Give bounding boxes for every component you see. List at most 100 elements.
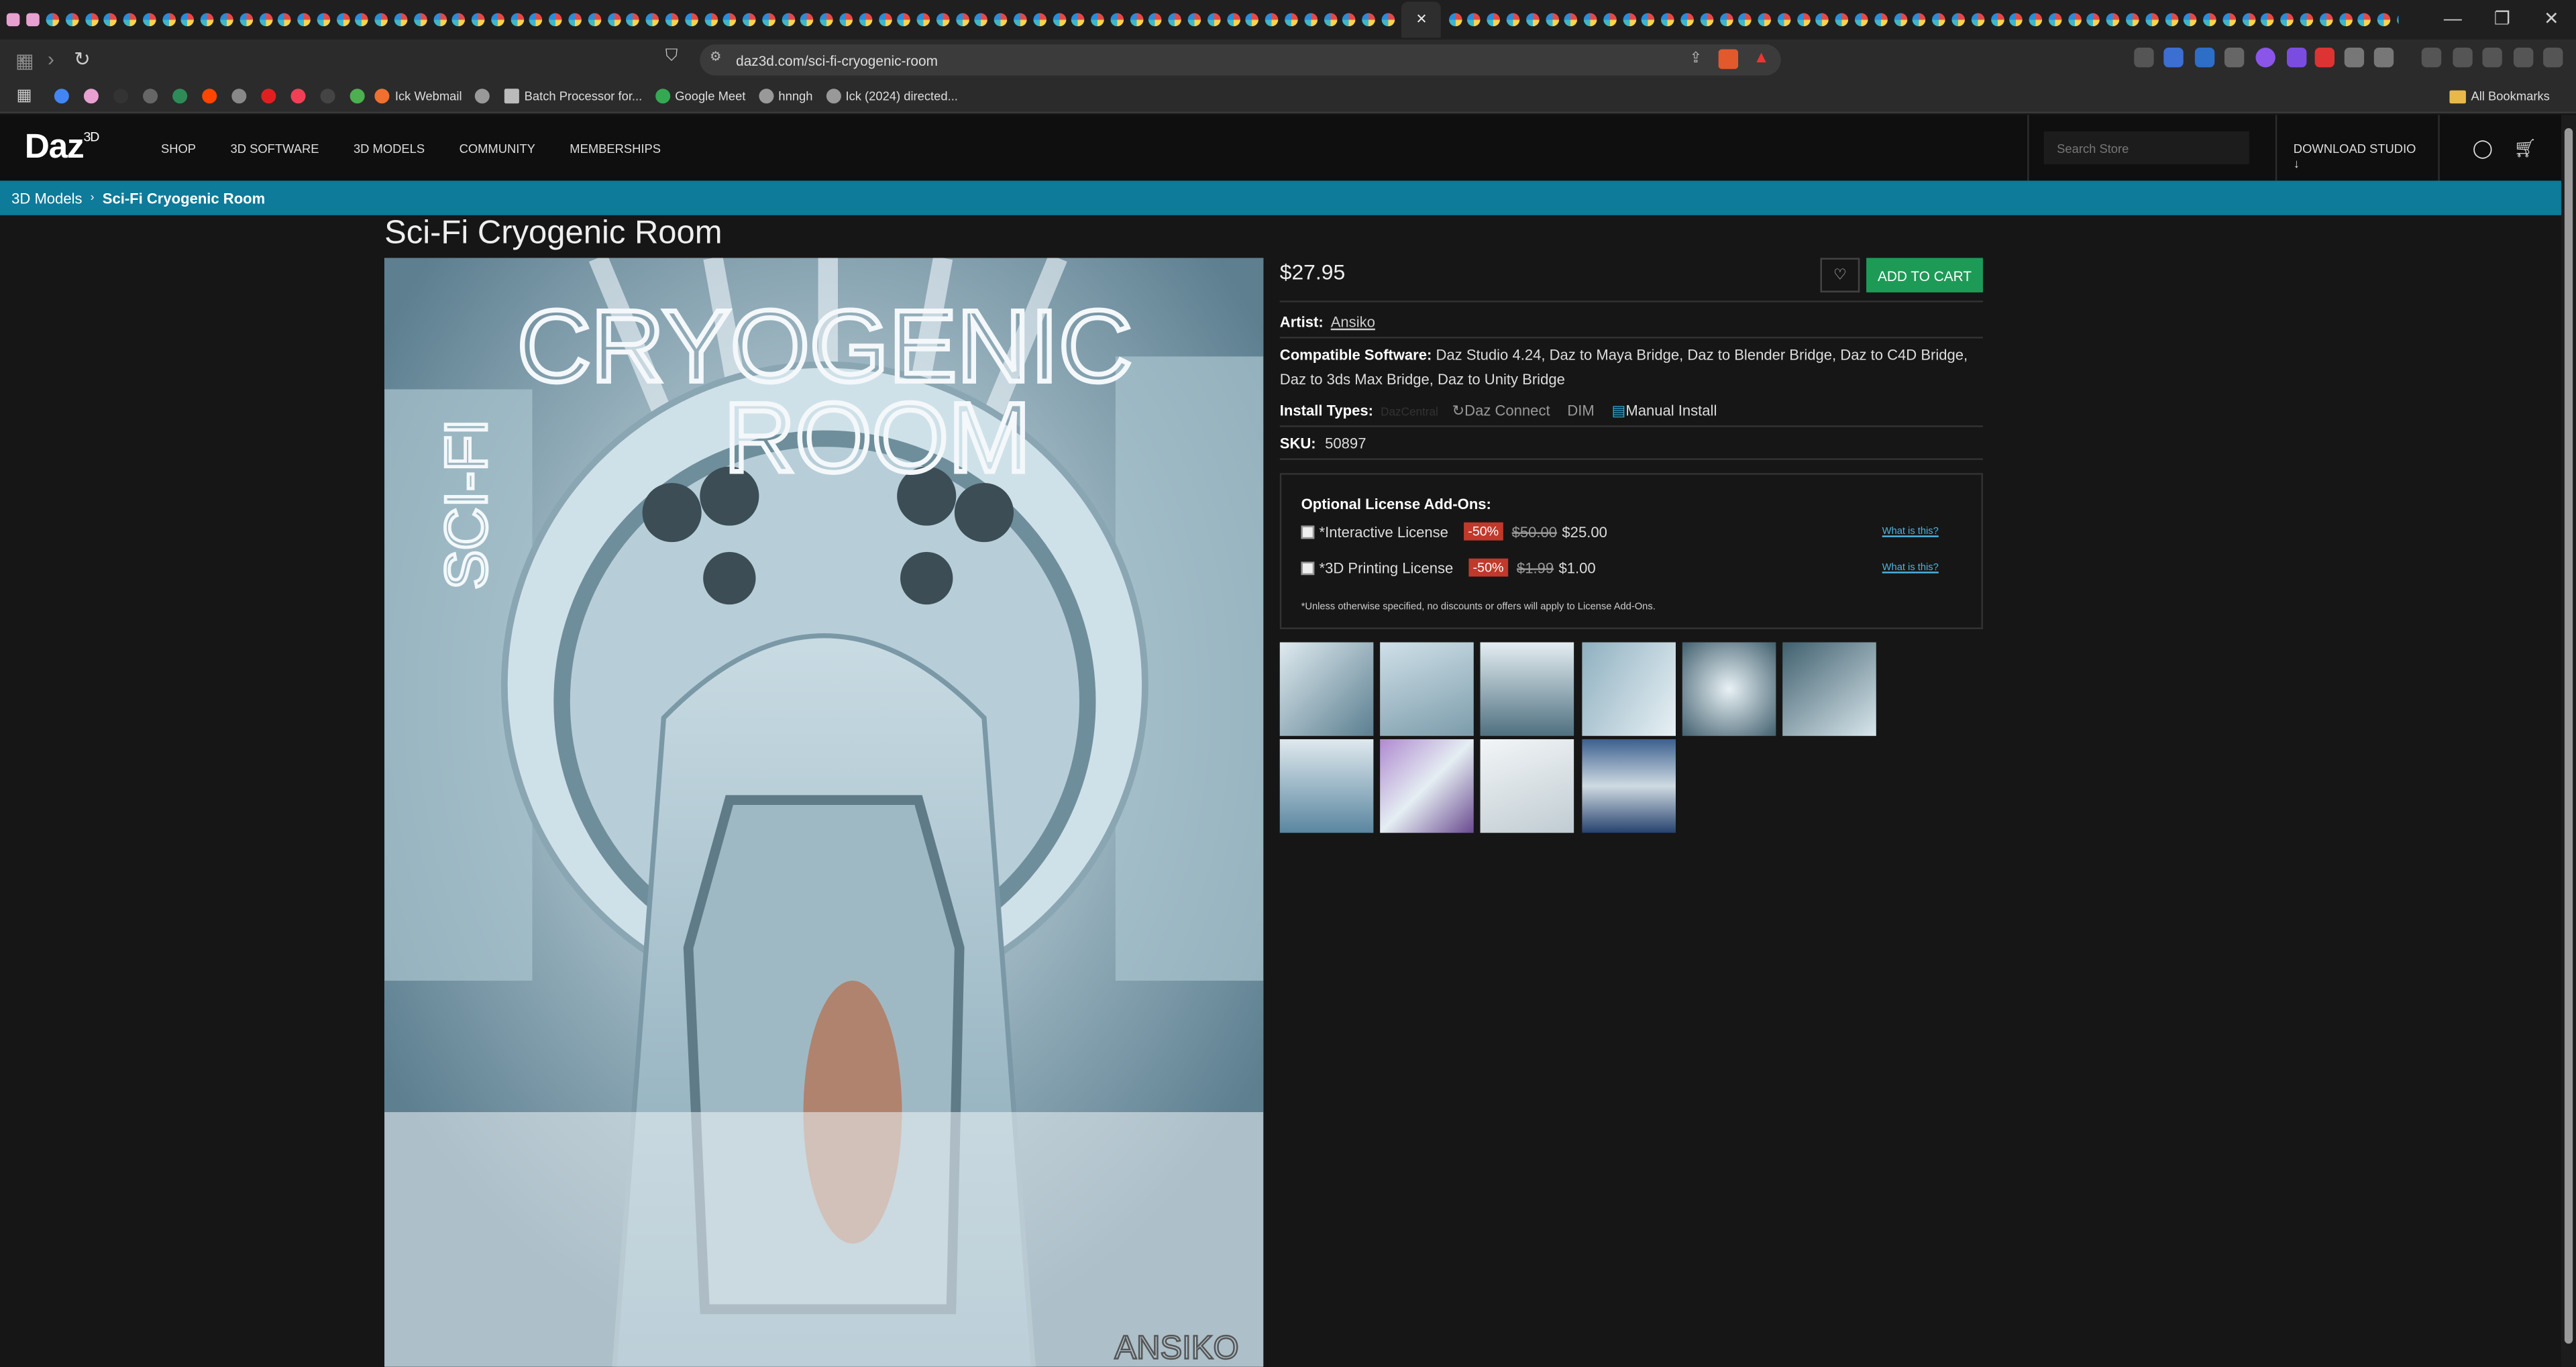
tab-favicon-icon[interactable] [1071,13,1085,27]
thumbnail-4[interactable] [1582,642,1676,736]
add-to-cart-button[interactable]: ADD TO CART [1866,258,1983,292]
extension-icon-4[interactable] [2224,48,2245,68]
tab-favicon-icon[interactable] [220,13,233,27]
tab-favicon-icon[interactable] [1303,13,1318,27]
tab-favicon-icon[interactable] [26,13,40,27]
thumbnail-1[interactable] [1279,642,1374,736]
tab-favicon-icon[interactable] [1990,13,2004,27]
leo-ai-icon[interactable] [2482,48,2502,68]
tab-favicon-icon[interactable] [472,13,485,27]
youtube-icon[interactable] [262,89,277,104]
tab-favicon-icon[interactable] [1874,13,1888,27]
bookmark-batch-processor[interactable]: Batch Processor for... [504,89,642,104]
share-icon[interactable]: ⇪ [1690,49,1702,67]
tab-favicon-icon[interactable] [1052,13,1066,27]
tab-favicon-icon[interactable] [2222,13,2236,27]
tab-favicon-icon[interactable] [1014,13,1027,27]
tab-favicon-icon[interactable] [258,13,272,27]
tab-favicon-icon[interactable] [123,13,137,27]
tab-favicon-icon[interactable] [743,13,756,27]
tab-favicon-icon[interactable] [1893,13,1907,27]
daz-logo[interactable]: Daz3D [25,128,100,168]
bookmark-google-meet[interactable]: Google Meet [655,89,745,104]
tab-favicon-icon[interactable] [994,13,1008,27]
tab-favicon-icon[interactable] [2280,13,2294,27]
thumbnail-7[interactable] [1279,739,1374,833]
extension-icon-3[interactable] [2194,48,2215,68]
tab-favicon-icon[interactable] [1855,13,1868,27]
wallet-icon[interactable] [2453,48,2473,68]
tab-favicon-icon[interactable] [1796,13,1811,27]
tab-favicon-icon[interactable] [684,13,698,27]
tab-favicon-icon[interactable] [65,13,78,27]
tab-favicon-icon[interactable] [1777,13,1791,27]
tab-favicon-icon[interactable] [820,13,834,27]
tab-favicon-icon[interactable] [1323,13,1337,27]
apps-grid-icon[interactable]: ▦ [16,87,32,105]
chat-icon[interactable] [144,89,159,104]
tab-favicon-icon[interactable] [1091,13,1105,27]
download-studio-button[interactable]: DOWNLOAD STUDIO ↓ [2275,115,2440,181]
back-icon[interactable]: ‹ [8,48,38,70]
tab-favicon-icon[interactable] [1680,13,1694,27]
forward-icon[interactable]: › [36,48,66,70]
thumbnail-6[interactable] [1782,642,1876,736]
tab-favicon-icon[interactable] [1285,13,1298,27]
tab-favicon-icon[interactable] [2377,13,2391,27]
tab-favicon-icon[interactable] [1342,13,1356,27]
ghost-icon[interactable] [85,89,100,104]
google-icon[interactable] [54,89,70,104]
tab-favicon-icon[interactable] [2125,13,2139,27]
tab-favicon-icon[interactable] [181,13,195,27]
tab-favicon-icon[interactable] [529,13,543,27]
bookmark-ick-webmail[interactable]: Ick Webmail [375,89,462,104]
reload-icon[interactable]: ↻ [67,48,97,70]
tab-favicon-icon[interactable] [1207,13,1221,27]
tab-favicon-icon[interactable] [2396,13,2399,27]
tab-favicon-icon[interactable] [916,13,930,27]
product-main-image[interactable]: CRYOGENIC ROOM SCI-FI ANSIKO [384,258,1264,1367]
thumbnail-5[interactable] [1682,642,1776,736]
tab-favicon-icon[interactable] [2203,13,2216,27]
minimize-icon[interactable]: — [2428,0,2477,40]
scrollbar-thumb[interactable] [2564,128,2573,1344]
cart-icon[interactable]: 🛒︎ [2514,138,2536,159]
tab-favicon-icon[interactable] [2300,13,2314,27]
tab-favicon-icon[interactable] [2048,13,2062,27]
tab-favicon-icon[interactable] [1448,13,1462,27]
pocket-icon[interactable] [291,89,307,104]
tab-favicon-icon[interactable] [510,13,524,27]
tab-favicon-icon[interactable] [975,13,988,27]
tab-favicon-icon[interactable] [627,13,640,27]
extension-icon-5[interactable] [2255,48,2275,68]
tab-favicon-icon[interactable] [1362,13,1376,27]
tab-favicon-icon[interactable] [723,13,737,27]
tab-favicon-icon[interactable] [665,13,679,27]
reddit-icon[interactable] [203,89,218,104]
tab-favicon-icon[interactable] [781,13,795,27]
tab-favicon-icon[interactable] [104,13,117,27]
tab-favicon-icon[interactable] [2319,13,2333,27]
tab-favicon-icon[interactable] [704,13,718,27]
nav-community[interactable]: COMMUNITY [460,142,535,156]
what-is-this-link[interactable]: What is this? [1882,527,1939,537]
tab-favicon-icon[interactable] [2184,13,2198,27]
tab-favicon-icon[interactable] [1971,13,1984,27]
thumbnail-9[interactable] [1480,739,1574,833]
tab-favicon-icon[interactable] [1545,13,1558,27]
tab-favicon-icon[interactable] [2068,13,2082,27]
tab-favicon-icon[interactable] [1246,13,1259,27]
tab-favicon-icon[interactable] [645,13,659,27]
tab-favicon-icon[interactable] [1816,13,1829,27]
tab-favicon-icon[interactable] [878,13,892,27]
rewards-icon[interactable]: ▲ [1753,49,1769,67]
tab-favicon-icon[interactable] [491,13,504,27]
extension-icon-8[interactable] [2344,48,2365,68]
tab-favicon-icon[interactable] [2358,13,2371,27]
tab-favicon-icon[interactable] [549,13,563,27]
tab-favicon-icon[interactable] [1110,13,1124,27]
tab-favicon-icon[interactable] [1661,13,1675,27]
tab-favicon-icon[interactable] [1700,13,1713,27]
tab-favicon-icon[interactable] [278,13,292,27]
tab-favicon-icon[interactable] [1149,13,1163,27]
